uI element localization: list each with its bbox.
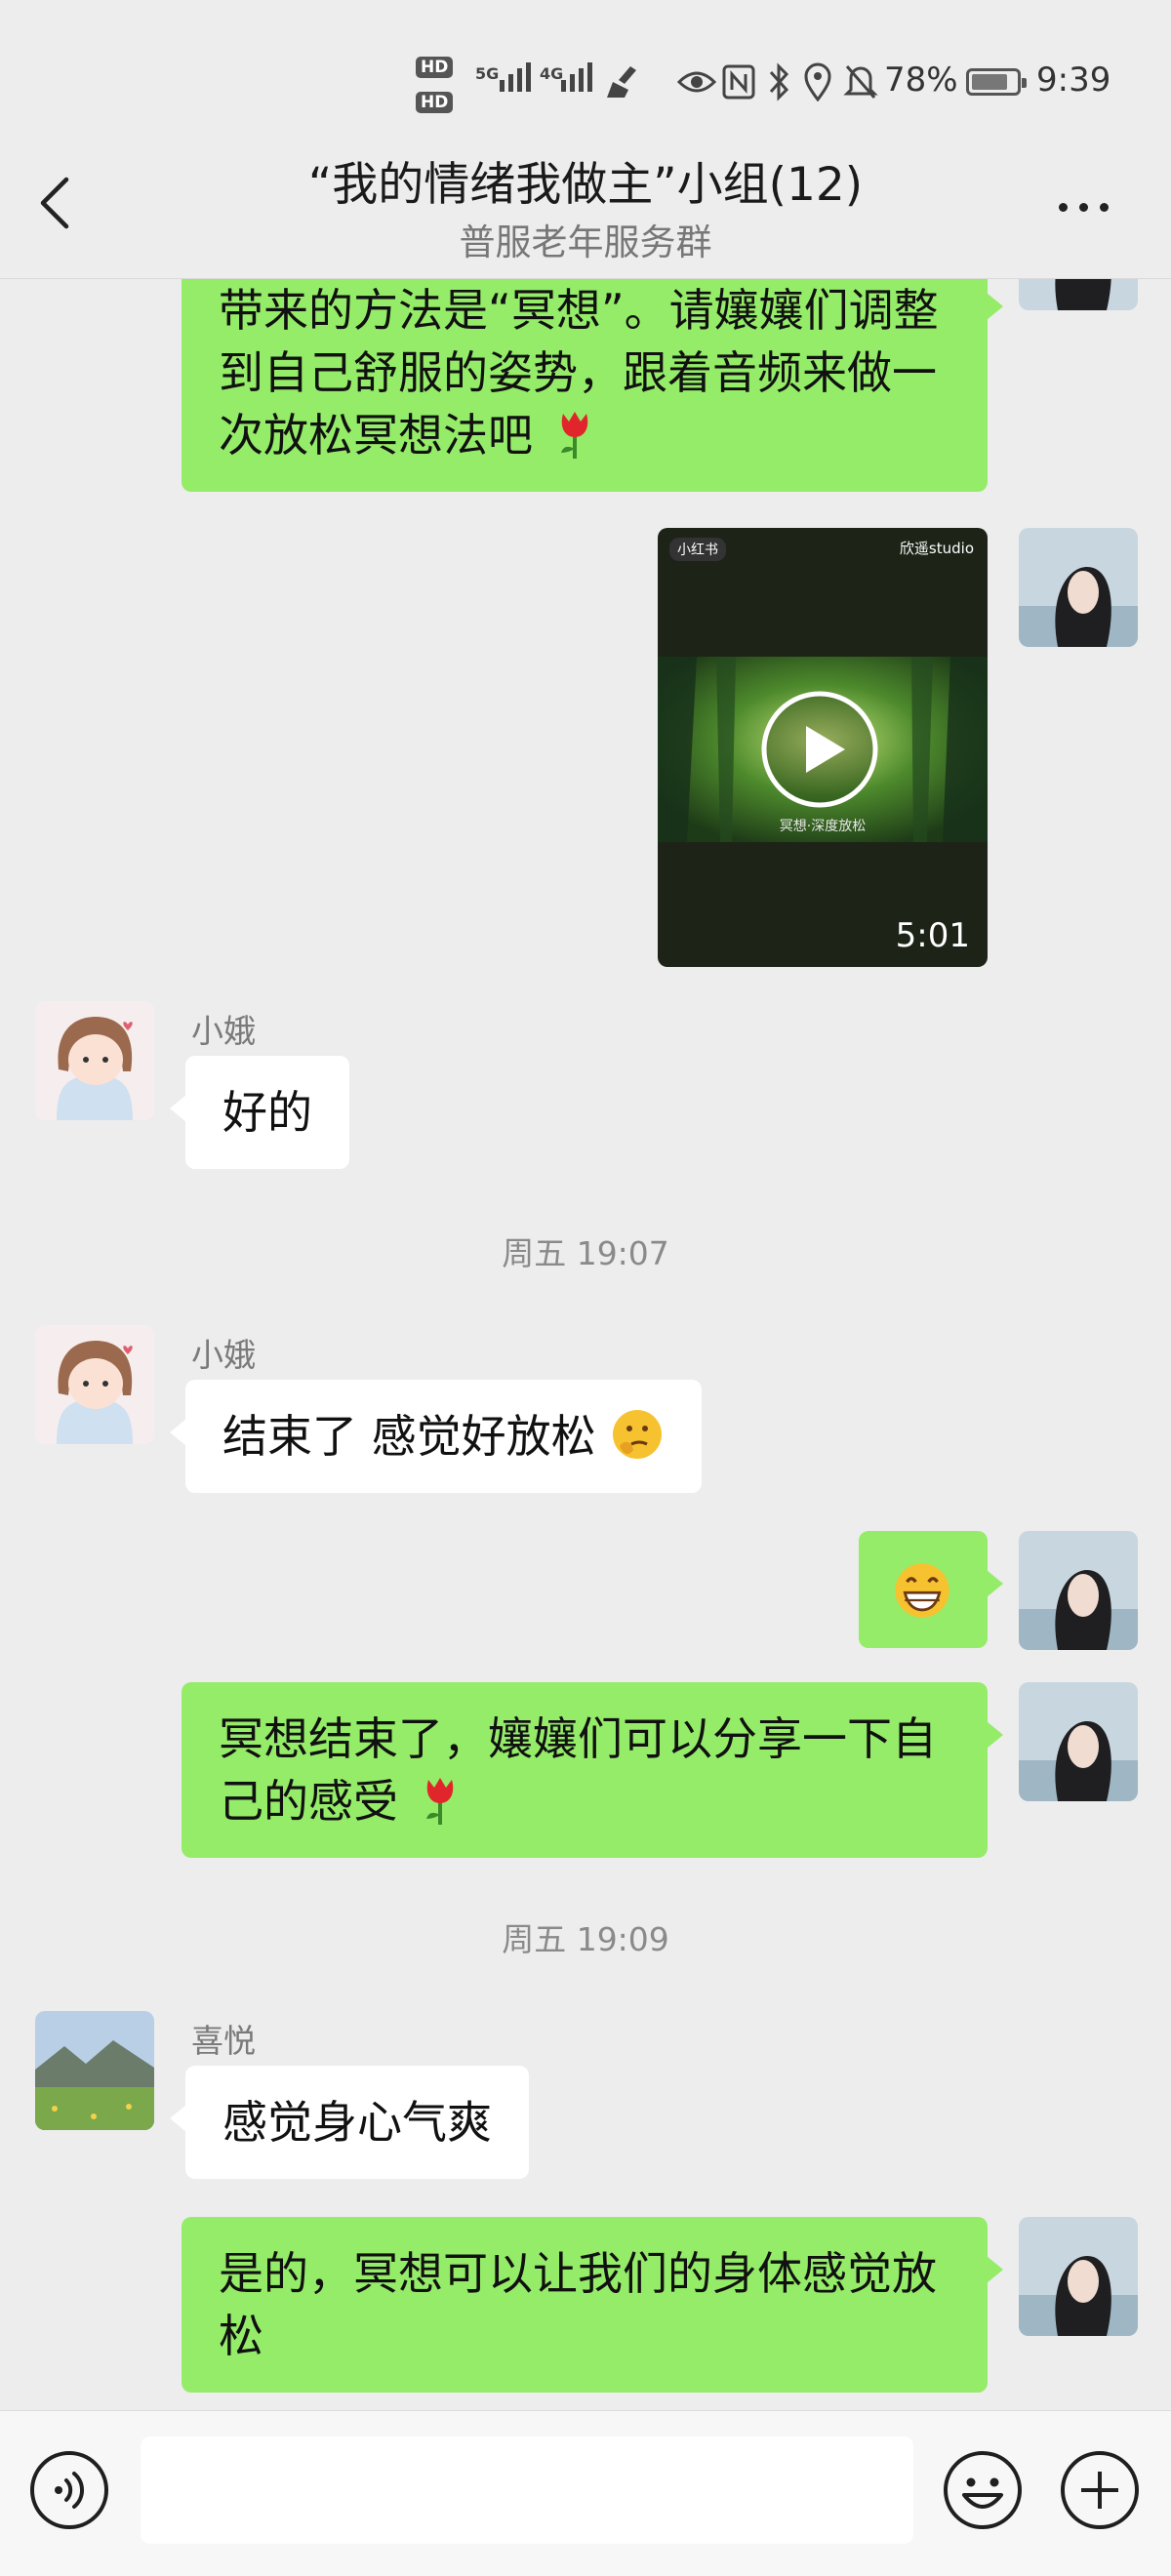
hd-badge-1: HD xyxy=(416,57,454,78)
message-bubble-self[interactable]: 带来的方法是“冥想”。请孃孃们调整到自己舒服的姿势，跟着音频来做一次放松冥想法吧 xyxy=(182,279,1003,492)
hd-badge-2: HD xyxy=(416,92,454,113)
avatar-self[interactable] xyxy=(1019,1531,1138,1650)
avatar-self[interactable] xyxy=(1019,528,1138,647)
sender-name: 喜悦 xyxy=(191,2022,256,2060)
message-input[interactable] xyxy=(141,2436,913,2544)
message-bubble-self[interactable]: 冥想结束了，孃孃们可以分享一下自己的感受 xyxy=(182,1682,1003,1858)
message-timestamp: 周五 19:07 xyxy=(502,1234,669,1272)
message-text: 冥想结束了，孃孃们可以分享一下自己的感受 xyxy=(219,1712,937,1828)
message-text: 好的 xyxy=(222,1086,312,1139)
battery-icon xyxy=(966,68,1027,96)
network-5g-label: 5G xyxy=(475,64,500,83)
video-source-tag: 小红书 xyxy=(669,538,726,561)
clock: 9:39 xyxy=(1036,60,1111,100)
video-duration: 5:01 xyxy=(895,916,970,955)
play-icon[interactable] xyxy=(759,689,880,810)
broom-icon xyxy=(607,66,636,98)
signal-icon xyxy=(500,62,531,92)
chevron-left-icon[interactable] xyxy=(37,176,72,230)
sender-name: 小娥 xyxy=(191,1012,256,1050)
status-bar: HD HD 5G 4G 78% 9:39 xyxy=(0,0,1171,146)
plus-icon[interactable] xyxy=(1060,2450,1140,2530)
eye-icon xyxy=(677,71,716,93)
thinking-emoji-icon xyxy=(613,1410,663,1459)
video-caption: 冥想·深度放松 xyxy=(779,819,867,834)
location-icon xyxy=(804,62,831,101)
message-list[interactable]: 带来的方法是“冥想”。请孃孃们调整到自己舒服的姿势，跟着音频来做一次放松冥想法吧… xyxy=(0,279,1171,2410)
avatar-self[interactable] xyxy=(1019,1682,1138,1801)
avatar-self[interactable] xyxy=(1019,279,1138,310)
message-text: 结束了 感觉好放松 xyxy=(222,1410,596,1463)
avatar-xi-yue[interactable] xyxy=(35,2011,154,2130)
tulip-emoji-icon xyxy=(425,1778,453,1825)
avatar-xiao-e[interactable] xyxy=(35,1325,154,1444)
emoji-icon[interactable] xyxy=(943,2450,1023,2530)
avatar-self[interactable] xyxy=(1019,2217,1138,2336)
message-bubble-self[interactable] xyxy=(859,1531,1003,1648)
battery-percent: 78% xyxy=(884,60,958,100)
nfc-icon xyxy=(722,64,755,100)
network-4g-label: 4G xyxy=(540,64,564,83)
input-bar xyxy=(0,2410,1171,2576)
message-bubble-other[interactable]: 好的 xyxy=(170,1056,349,1169)
grin-emoji-icon xyxy=(895,1563,949,1618)
tulip-emoji-icon xyxy=(560,412,587,459)
message-text: 感觉身心气爽 xyxy=(222,2096,492,2149)
bluetooth-icon xyxy=(769,62,789,101)
message-text: 是的，冥想可以让我们的身体感觉放松 xyxy=(219,2247,937,2362)
message-bubble-other[interactable]: 结束了 感觉好放松 xyxy=(169,1380,703,1493)
video-message-card[interactable]: 小红书 欣遥studio 冥想·深度放松 5:01 xyxy=(658,528,988,967)
message-bubble-self[interactable]: 是的，冥想可以让我们的身体感觉放松 xyxy=(182,2217,1003,2393)
more-dots-icon[interactable] xyxy=(1059,203,1109,212)
avatar-xiao-e[interactable] xyxy=(35,1001,154,1120)
video-brand-label: 欣遥studio xyxy=(899,540,974,557)
signal-icon-2 xyxy=(561,62,592,92)
chat-subtitle: 普服老年服务群 xyxy=(459,221,712,263)
message-bubble-other[interactable]: 感觉身心气爽 xyxy=(170,2066,529,2179)
message-timestamp: 周五 19:09 xyxy=(502,1920,669,1958)
voice-icon[interactable] xyxy=(29,2450,109,2530)
mute-bell-icon xyxy=(843,65,878,99)
sender-name: 小娥 xyxy=(191,1336,256,1374)
chat-title: “我的情绪我做主”小组(12) xyxy=(307,158,864,212)
